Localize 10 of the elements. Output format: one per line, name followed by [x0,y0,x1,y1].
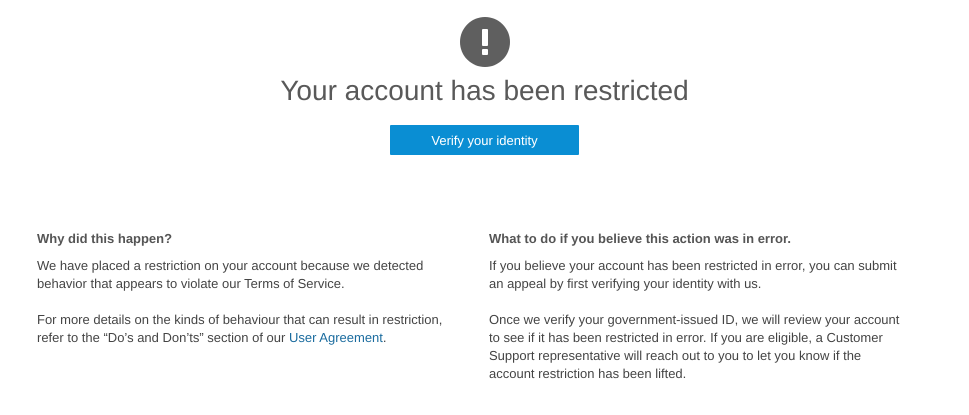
paragraph: Once we verify your government-issued ID, we will review your account to see if it has been restricted in error. If you are eligible, a Customer Support representative will reach out to you to let you know if the account restriction has been lifted. [489,311,900,383]
paragraph: For more details on the kinds of behaviour that can result in restriction, refer to the “Do’s and Don’ts” section of our User Agreement. [37,311,444,347]
section-heading: Why did this happen? [37,230,174,248]
warning-icon [460,17,510,67]
paragraph: We have placed a restriction on your account because we detected behavior that appears to violate our Terms of Service. [37,257,424,293]
section-heading: What to do if you believe this action was in error. [489,230,792,248]
page-title: Your account has been restricted [280,74,689,108]
paragraph: If you believe your account has been restricted in error, you can submit an appeal by first verifying your identity with us. [489,257,898,293]
agreement-link[interactable]: User Agreement [288,330,383,345]
verify-button[interactable]: Verify your identity [390,125,579,155]
